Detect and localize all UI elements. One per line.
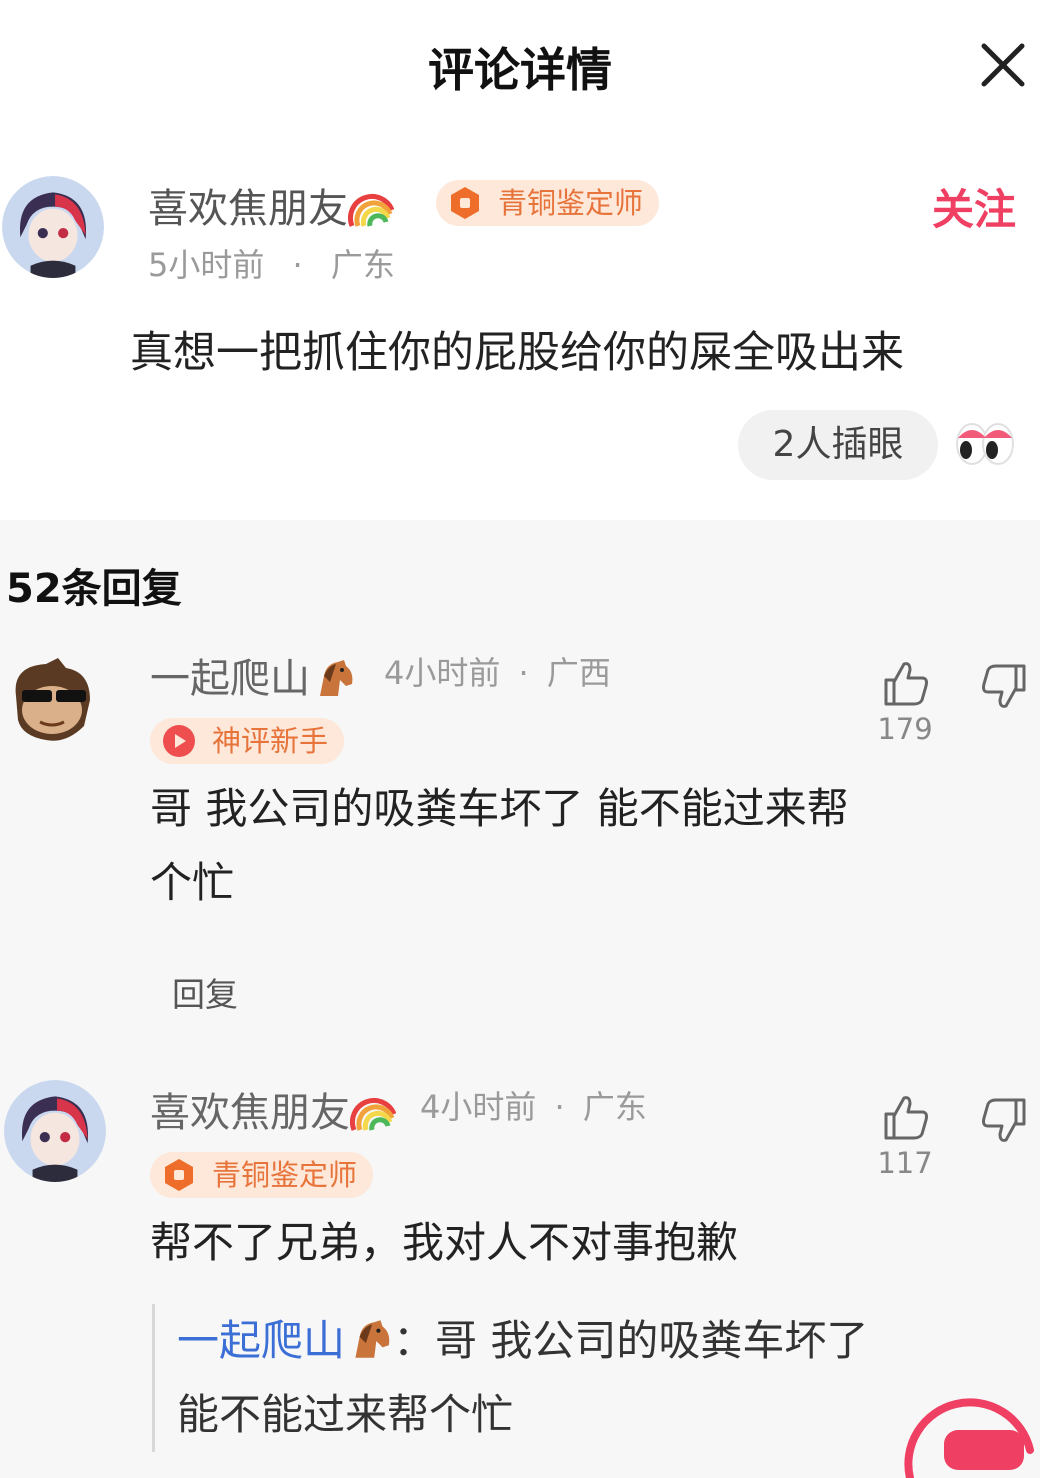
badge-bronze-appraiser[interactable]: 青铜鉴定师: [436, 180, 660, 226]
follow-button[interactable]: 关注: [932, 176, 1016, 237]
replies-count: 52条回复: [6, 566, 182, 612]
like-count: 117: [877, 1146, 933, 1180]
avatar[interactable]: [2, 176, 104, 278]
reply-button[interactable]: 回复: [172, 968, 238, 1016]
username[interactable]: 一起爬山: [150, 646, 356, 704]
quoted-username[interactable]: 一起爬山: [177, 1316, 345, 1365]
like-count: 179: [877, 712, 933, 746]
hexagon-badge-icon: [165, 1159, 193, 1191]
thumbs-up-icon[interactable]: [880, 1092, 932, 1144]
rainbow-emoji-icon: [350, 1097, 396, 1131]
badge-top-comment-rookie[interactable]: 神评新手: [150, 718, 345, 764]
comment-meta: 4小时前 · 广西: [384, 648, 611, 694]
location: 广西: [546, 654, 611, 692]
hexagon-badge-icon: [451, 187, 479, 219]
location: 广东: [582, 1088, 647, 1126]
username[interactable]: 喜欢焦朋友: [148, 176, 394, 234]
location: 广东: [330, 246, 395, 284]
comment-meta: 5小时前 · 广东: [148, 240, 395, 286]
username[interactable]: 喜欢焦朋友: [150, 1080, 396, 1138]
timestamp: 4小时前: [384, 654, 501, 692]
reply-text: 哥 我公司的吸粪车坏了 能不能过来帮 个忙: [150, 784, 849, 907]
floating-action-icon[interactable]: [900, 1390, 1040, 1478]
avatar[interactable]: [4, 1080, 106, 1182]
timestamp: 4小时前: [420, 1088, 537, 1126]
close-icon[interactable]: [972, 34, 1034, 96]
horse-emoji-icon: [320, 660, 353, 696]
avatar[interactable]: [6, 656, 98, 748]
reply-text: 帮不了兄弟，我对人不对事抱歉: [150, 1218, 739, 1267]
separator: ·: [292, 246, 303, 284]
comment-meta: 4小时前 · 广东: [420, 1082, 647, 1128]
separator: ·: [518, 654, 529, 692]
thumbs-up-icon[interactable]: [880, 658, 932, 710]
flame-badge-icon: [163, 725, 195, 757]
timestamp: 5小时前: [148, 246, 265, 284]
eyes-emoji-icon[interactable]: [952, 420, 1018, 468]
thumbs-down-icon[interactable]: [978, 660, 1030, 712]
thumbs-down-icon[interactable]: [978, 1094, 1030, 1146]
separator: ·: [554, 1088, 565, 1126]
badge-bronze-appraiser[interactable]: 青铜鉴定师: [150, 1152, 374, 1198]
reaction-count-button[interactable]: 2人插眼: [738, 410, 938, 480]
comment-text: 真想一把抓住你的屁股给你的屎全吸出来: [130, 328, 904, 378]
horse-emoji-icon: [355, 1320, 390, 1358]
page-title: 评论详情: [428, 43, 612, 97]
rainbow-emoji-icon: [348, 193, 394, 227]
